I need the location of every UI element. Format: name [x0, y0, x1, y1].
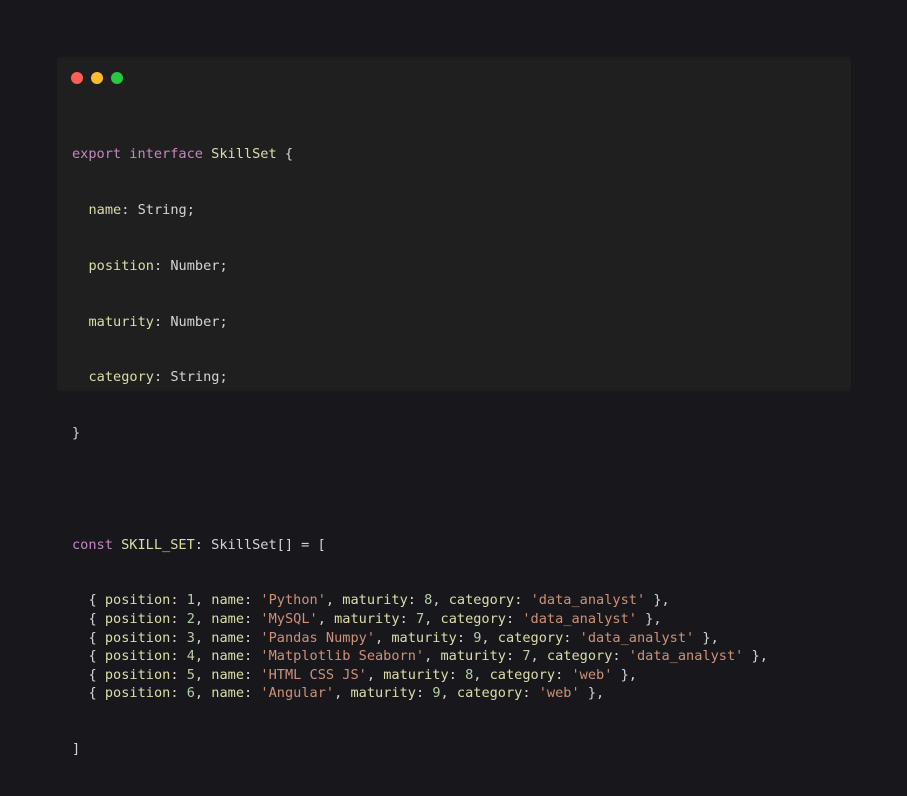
maximize-dot-icon[interactable] [111, 72, 123, 84]
value-name: 'MySQL' [260, 611, 318, 628]
code-line-skill-entry: { position: 5, name: 'HTML CSS JS', matu… [88, 666, 637, 683]
key-position: position [104, 685, 171, 702]
value-maturity: 7 [522, 648, 531, 665]
field-name: position [88, 257, 154, 274]
key-position: position [104, 648, 171, 665]
key-category: category [546, 648, 613, 665]
window-controls [71, 72, 123, 84]
value-position: 6 [186, 685, 195, 702]
value-category: 'web' [571, 666, 613, 683]
value-category: 'data_analyst' [579, 629, 695, 646]
key-position: position [104, 629, 171, 646]
code-line-skill-entry: { position: 2, name: 'MySQL', maturity: … [88, 611, 662, 628]
close-brace: } [72, 425, 81, 442]
code-line-skill-entry: { position: 4, name: 'Matplotlib Seaborn… [88, 648, 768, 665]
keyword-interface: interface [129, 146, 203, 163]
value-name: 'Python' [260, 592, 326, 609]
code-line-interface-header: export interface SkillSet { [72, 145, 768, 164]
code-line-const-header: const SKILL_SET: SkillSet[] = [ [72, 536, 326, 553]
key-maturity: maturity [383, 666, 449, 683]
field-type: String [137, 201, 187, 218]
code-window: export interface SkillSet { name: String… [57, 57, 851, 757]
code-line-field: maturity: Number; [88, 313, 228, 330]
field-name: category [88, 369, 154, 386]
minimize-dot-icon[interactable] [91, 72, 103, 84]
key-name: name [211, 592, 245, 609]
value-position: 4 [186, 648, 195, 665]
value-name: 'Angular' [260, 685, 335, 702]
field-type: String [170, 369, 220, 386]
key-category: category [448, 592, 515, 609]
key-name: name [211, 666, 245, 683]
value-name: 'Matplotlib Seaborn' [260, 648, 425, 665]
value-maturity: 7 [415, 611, 425, 628]
field-name: maturity [88, 313, 154, 330]
value-position: 2 [186, 611, 195, 628]
key-name: name [211, 629, 245, 646]
code-block: export interface SkillSet { name: String… [72, 108, 768, 796]
value-position: 3 [186, 629, 195, 646]
code-line-close-bracket: ] [72, 740, 768, 759]
field-type: Number [170, 257, 220, 274]
field-type: Number [170, 313, 220, 330]
const-name: SKILL_SET [121, 536, 195, 553]
key-position: position [104, 611, 171, 628]
assign-open-bracket: = [ [293, 536, 326, 553]
value-position: 5 [186, 666, 195, 683]
key-maturity: maturity [391, 629, 457, 646]
key-category: category [456, 685, 523, 702]
key-position: position [104, 592, 171, 609]
value-maturity: 8 [424, 592, 433, 609]
code-line-skill-entry: { position: 1, name: 'Python', maturity:… [88, 592, 670, 609]
key-maturity: maturity [350, 685, 416, 702]
value-name: 'Pandas Numpy' [260, 629, 375, 646]
code-line-field: category: String; [88, 369, 228, 386]
const-type: SkillSet[] [211, 536, 293, 553]
code-line-skill-entry: { position: 3, name: 'Pandas Numpy', mat… [88, 629, 719, 646]
value-category: 'data_analyst' [530, 592, 646, 609]
key-maturity: maturity [440, 648, 506, 665]
value-category: 'web' [538, 685, 580, 702]
key-category: category [440, 611, 506, 628]
key-maturity: maturity [334, 611, 400, 628]
key-maturity: maturity [342, 592, 408, 609]
value-maturity: 9 [432, 685, 441, 702]
code-line-field: name: String; [88, 201, 195, 218]
key-name: name [211, 611, 245, 628]
value-maturity: 8 [465, 666, 474, 683]
key-position: position [104, 666, 171, 683]
close-dot-icon[interactable] [71, 72, 83, 84]
close-bracket: ] [72, 741, 81, 758]
value-name: 'HTML CSS JS' [260, 666, 367, 683]
key-category: category [489, 666, 556, 683]
key-name: name [211, 685, 245, 702]
code-line-field: position: Number; [88, 257, 228, 274]
value-category: 'data_analyst' [522, 611, 637, 628]
open-brace: { [276, 146, 294, 163]
key-category: category [497, 629, 564, 646]
value-category: 'data_analyst' [628, 648, 744, 665]
value-position: 1 [186, 592, 195, 609]
field-name: name [88, 201, 122, 218]
interface-name: SkillSet [211, 146, 277, 163]
keyword-export: export [72, 146, 122, 163]
code-line-close-brace: } [72, 424, 768, 443]
key-name: name [211, 648, 245, 665]
code-line-skill-entry: { position: 6, name: 'Angular', maturity… [88, 685, 605, 702]
keyword-const: const [72, 536, 113, 553]
value-maturity: 9 [473, 629, 482, 646]
